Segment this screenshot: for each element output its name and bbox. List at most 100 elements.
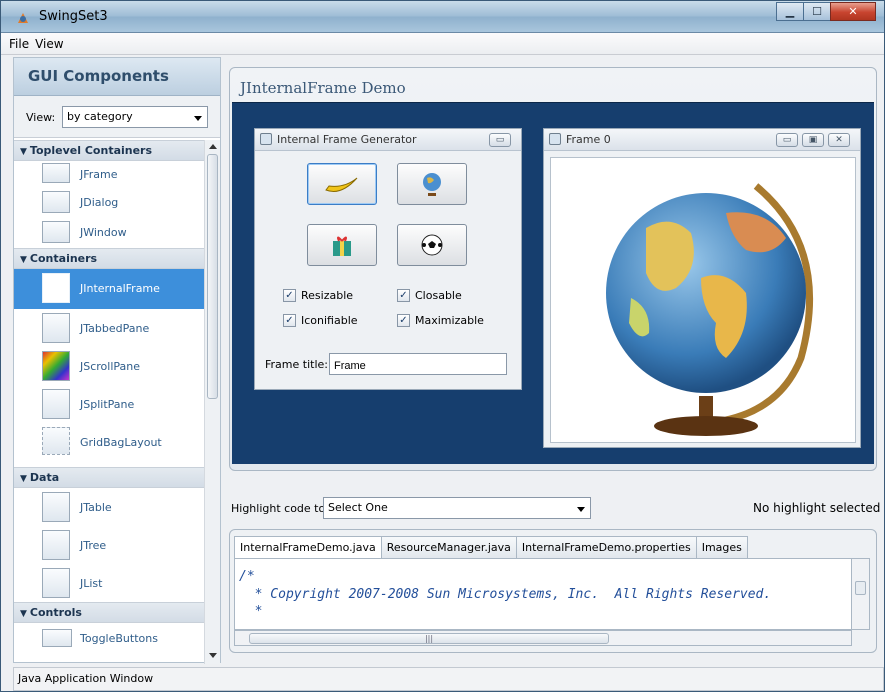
tree-item-jtree[interactable]: JTree (14, 526, 204, 564)
maximizable-checkbox[interactable]: ✓ Maximizable (397, 314, 484, 327)
tree-item-jinternalframe[interactable]: JInternalFrame (14, 269, 204, 309)
jwindow-icon (42, 221, 70, 243)
code-vertical-scrollbar[interactable] (852, 558, 870, 630)
frame0-content (550, 157, 856, 443)
category-data[interactable]: ▼ Data (14, 467, 204, 488)
banana-icon (325, 177, 358, 192)
category-controls[interactable]: ▼ Controls (14, 602, 204, 623)
view-combo[interactable]: by category (62, 106, 208, 128)
generator-title-bar[interactable]: Internal Frame Generator ▭ (255, 129, 521, 151)
generator-title: Internal Frame Generator (277, 133, 417, 146)
maximize-button[interactable]: ☐ (803, 2, 831, 21)
chevron-down-icon (194, 116, 202, 121)
check-icon: ✓ (397, 289, 410, 302)
menu-file[interactable]: File (1, 33, 33, 51)
resizable-checkbox[interactable]: ✓ Resizable (283, 289, 353, 302)
iconifiable-checkbox[interactable]: ✓ Iconifiable (283, 314, 358, 327)
window-title: SwingSet3 (39, 9, 108, 24)
desktop-pane[interactable]: Internal Frame Generator ▭ ✓ Resizable ✓… (232, 102, 874, 464)
check-icon: ✓ (283, 289, 296, 302)
tab-internalframedemo-properties[interactable]: InternalFrameDemo.properties (515, 536, 697, 558)
title-bar: SwingSet3 ▁ ☐ ✕ (1, 1, 884, 33)
jtabbedpane-icon (42, 313, 70, 343)
tree-item-jscrollpane[interactable]: JScrollPane (14, 347, 204, 385)
gridbaglayout-icon (42, 427, 70, 455)
soccer-ball-button[interactable] (397, 224, 467, 266)
jtable-icon (42, 492, 70, 522)
expand-triangle-icon: ▼ (20, 147, 27, 157)
components-panel: GUI Components View: by category ▼ Toplev… (13, 57, 221, 664)
frame-title-label: Frame title: (265, 358, 328, 371)
closable-checkbox[interactable]: ✓ Closable (397, 289, 462, 302)
banana-button[interactable] (307, 163, 377, 205)
java-app-icon (18, 13, 28, 23)
component-tree-scrollbar[interactable] (204, 140, 220, 664)
expand-triangle-icon: ▼ (20, 255, 27, 265)
tab-images[interactable]: Images (695, 536, 748, 558)
highlight-combo-value: Select One (328, 501, 388, 514)
component-tree[interactable]: ▼ Toplevel Containers JFrame JDialog JWin… (14, 140, 204, 664)
status-bar: Java Application Window (13, 667, 884, 691)
frame0-close-button[interactable]: ✕ (828, 133, 850, 147)
jtree-icon (42, 530, 70, 560)
tree-item-jsplitpane[interactable]: JSplitPane (14, 385, 204, 423)
internal-frame-0[interactable]: Frame 0 ▭ ▣ ✕ (543, 128, 861, 448)
highlight-label: Highlight code to: (231, 502, 329, 515)
scroll-down-icon[interactable] (209, 653, 217, 658)
highlight-combo[interactable]: Select One (323, 497, 591, 519)
frame0-title-bar[interactable]: Frame 0 ▭ ▣ ✕ (544, 129, 860, 151)
category-toplevel-containers[interactable]: ▼ Toplevel Containers (14, 140, 204, 161)
code-horizontal-scrollbar[interactable]: ||| (234, 630, 852, 646)
generator-minimize-button[interactable]: ▭ (489, 133, 511, 147)
expand-triangle-icon: ▼ (20, 474, 27, 484)
source-code-panel: InternalFrameDemo.java ResourceManager.j… (229, 529, 877, 653)
demo-panel: JInternalFrame Demo Internal Frame Gener… (229, 67, 877, 471)
gift-button[interactable] (307, 224, 377, 266)
scrollbar-thumb[interactable] (855, 581, 866, 595)
jdialog-icon (42, 191, 70, 213)
components-heading: GUI Components (14, 58, 220, 96)
tree-item-jframe[interactable]: JFrame (14, 161, 204, 188)
tree-item-jtable[interactable]: JTable (14, 488, 204, 526)
frame-icon (549, 133, 561, 145)
check-icon: ✓ (397, 314, 410, 327)
globe-button[interactable] (397, 163, 467, 205)
scrollbar-thumb[interactable] (207, 154, 218, 399)
tab-internalframedemo-java[interactable]: InternalFrameDemo.java (234, 536, 382, 560)
togglebuttons-icon (42, 629, 72, 647)
code-editor[interactable]: /* * Copyright 2007-2008 Sun Microsystem… (234, 558, 852, 630)
menu-view[interactable]: View (33, 33, 67, 51)
source-tabs: InternalFrameDemo.java ResourceManager.j… (234, 536, 748, 560)
tree-item-jtabbedpane[interactable]: JTabbedPane (14, 309, 204, 347)
close-button[interactable]: ✕ (830, 2, 876, 21)
tree-item-jlist[interactable]: JList (14, 564, 204, 602)
tree-item-jdialog[interactable]: JDialog (14, 188, 204, 218)
globe-image (606, 183, 814, 436)
frame-title-input[interactable] (329, 353, 507, 375)
jframe-icon (42, 163, 70, 183)
scroll-up-icon[interactable] (209, 144, 217, 149)
minimize-button[interactable]: ▁ (776, 2, 804, 21)
view-label: View: (26, 111, 56, 124)
jsplitpane-icon (42, 389, 70, 419)
scrollbar-thumb[interactable]: ||| (249, 633, 609, 644)
jinternalframe-icon (42, 273, 70, 303)
tab-resourcemanager-java[interactable]: ResourceManager.java (380, 536, 517, 558)
category-containers[interactable]: ▼ Containers (14, 248, 204, 269)
tree-item-togglebuttons[interactable]: ToggleButtons (14, 623, 204, 653)
demo-title: JInternalFrame Demo (240, 79, 406, 97)
globe-icon (423, 173, 441, 196)
internal-frame-generator[interactable]: Internal Frame Generator ▭ ✓ Resizable ✓… (254, 128, 522, 390)
code-line: * Copyright 2007-2008 Sun Microsystems, … (239, 587, 772, 602)
tree-item-gridbaglayout[interactable]: GridBagLayout (14, 423, 204, 461)
tree-item-jwindow[interactable]: JWindow (14, 218, 204, 248)
gift-icon (333, 236, 351, 256)
frame0-title: Frame 0 (566, 133, 611, 146)
frame0-minimize-button[interactable]: ▭ (776, 133, 798, 147)
jscrollpane-icon (42, 351, 70, 381)
soccer-ball-icon (421, 234, 443, 256)
frame0-maximize-button[interactable]: ▣ (802, 133, 824, 147)
code-line: /* (239, 569, 255, 584)
chevron-down-icon (577, 507, 585, 512)
check-icon: ✓ (283, 314, 296, 327)
